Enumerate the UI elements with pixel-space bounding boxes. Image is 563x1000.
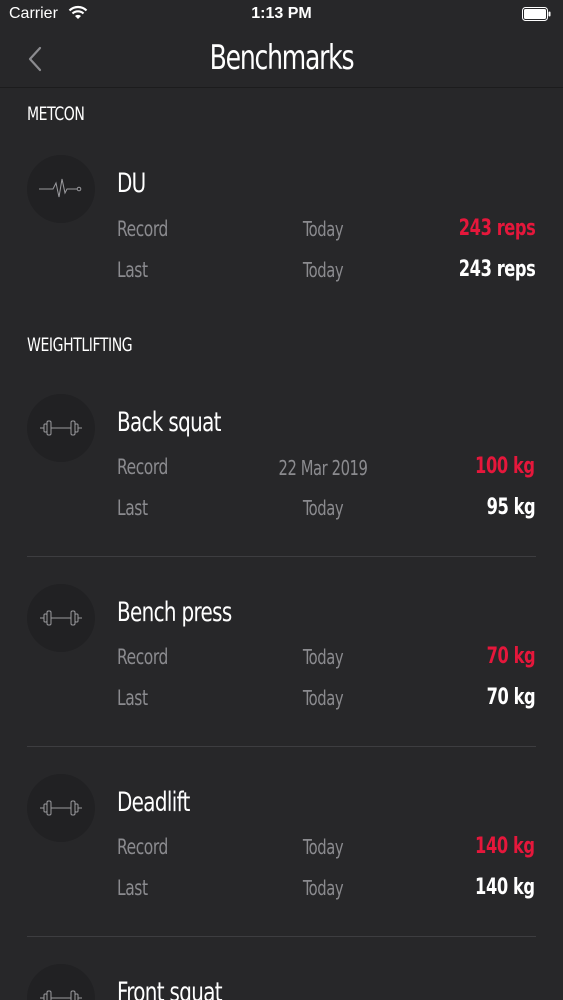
benchmark-item-front-squat[interactable]: Front squat <box>0 964 563 1000</box>
heartbeat-icon <box>39 178 82 198</box>
back-chevron-icon[interactable] <box>26 45 44 73</box>
benchmark-icon-badge <box>27 155 95 223</box>
benchmark-name: Bench press <box>117 597 232 628</box>
last-label: Last <box>117 258 148 282</box>
record-date: 22 Mar 2019 <box>278 456 368 480</box>
record-value: 243 reps <box>458 216 535 241</box>
benchmark-icon-badge <box>27 394 95 462</box>
status-bar: Carrier 1:13 PM <box>0 0 563 30</box>
last-label: Last <box>117 876 148 900</box>
navigation-bar: Benchmarks <box>0 30 563 88</box>
record-date: Today <box>302 217 344 241</box>
benchmark-icon-badge <box>27 774 95 842</box>
battery-icon <box>522 7 551 21</box>
page-title: Benchmarks <box>209 38 355 78</box>
record-label: Record <box>117 835 168 859</box>
record-value: 140 kg <box>475 834 536 859</box>
last-date: Today <box>302 686 344 710</box>
section-header-metcon: METCON <box>27 103 85 125</box>
last-label: Last <box>117 686 148 710</box>
record-label: Record <box>117 645 168 669</box>
last-label: Last <box>117 496 148 520</box>
section-header-weightlifting: WEIGHTLIFTING <box>27 334 133 356</box>
dumbbell-icon <box>40 800 82 816</box>
row-divider <box>27 936 536 937</box>
dumbbell-icon <box>40 990 82 1000</box>
benchmark-name: Deadlift <box>117 787 190 818</box>
benchmark-icon-badge <box>27 584 95 652</box>
benchmark-name: Back squat <box>117 407 221 438</box>
record-label: Record <box>117 455 168 479</box>
benchmarks-screen: Carrier 1:13 PM Benchmarks METCON DU Rec <box>0 0 563 1000</box>
last-value: 70 kg <box>486 685 535 710</box>
status-time: 1:13 PM <box>251 5 312 22</box>
benchmark-icon-badge <box>27 964 95 1000</box>
row-divider <box>27 556 536 557</box>
last-value: 243 reps <box>458 257 535 282</box>
last-value: 95 kg <box>486 495 535 520</box>
record-label: Record <box>117 217 168 241</box>
benchmark-name: DU <box>117 168 146 199</box>
record-date: Today <box>302 835 344 859</box>
benchmark-name: Front squat <box>117 977 223 1000</box>
last-date: Today <box>302 496 344 520</box>
row-divider <box>27 746 536 747</box>
benchmark-item-du[interactable]: DU Record Today 243 reps Last Today 243 … <box>0 155 563 345</box>
last-date: Today <box>302 876 344 900</box>
record-date: Today <box>302 645 344 669</box>
last-value: 140 kg <box>475 875 536 900</box>
last-date: Today <box>302 258 344 282</box>
dumbbell-icon <box>40 610 82 626</box>
record-value: 70 kg <box>486 644 535 669</box>
record-value: 100 kg <box>475 454 536 479</box>
dumbbell-icon <box>40 420 82 436</box>
